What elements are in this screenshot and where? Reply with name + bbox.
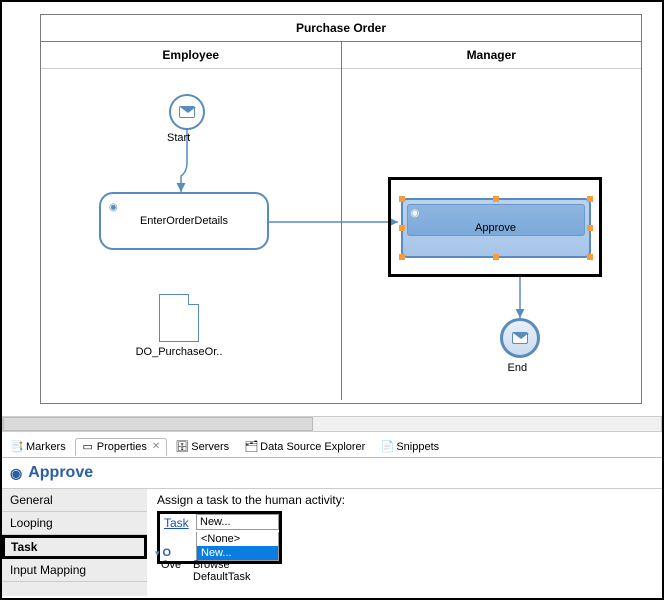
properties-view: ◉ Approve General Looping Task Input Map… [2,458,662,596]
pool-purchase-order[interactable]: Purchase Order Employee Start ◉ EnterOrd… [40,14,642,404]
tab-label: Properties [97,441,147,453]
tab-label: Markers [26,441,66,453]
dropdown-option-new[interactable]: New... [197,546,278,560]
tab-properties[interactable]: ▭ Properties ✕ [75,438,168,456]
resize-handle[interactable] [493,254,499,260]
properties-content: Assign a task to the human activity: Tas… [147,489,662,596]
lane-title-employee: Employee [41,42,341,69]
end-event[interactable] [500,318,540,358]
start-event[interactable] [169,94,205,130]
tab-label: Servers [191,441,229,453]
task-dropdown-list: <None> New... [196,532,279,561]
sidebar-item-input-mapping[interactable]: Input Mapping [2,559,147,582]
properties-icon: ▭ [82,441,94,453]
close-icon[interactable]: ✕ [152,441,160,452]
tab-label: Data Source Explorer [260,441,365,453]
start-event-label: Start [167,132,190,144]
tab-servers[interactable]: 🗄 Servers [169,438,236,456]
task-label: Approve [475,222,516,234]
overview-section-label-short: O [163,547,172,559]
bpmn-canvas[interactable]: Purchase Order Employee Start ◉ EnterOrd… [2,2,662,432]
task-dropdown-highlight: Task New... <None> New... [157,511,282,564]
task-link[interactable]: Task [164,516,189,530]
end-event-label: End [508,362,528,374]
pool-title: Purchase Order [41,15,641,42]
resize-handle[interactable] [399,196,405,202]
task-approve[interactable]: ◉ Approve [401,198,591,258]
human-task-icon: ◉ [10,465,22,482]
sidebar-item-task[interactable]: Task [2,535,147,559]
scrollbar-thumb[interactable] [3,417,313,431]
tab-snippets[interactable]: 📄 Snippets [374,438,446,456]
task-dropdown[interactable]: New... [196,514,279,530]
properties-sidebar: General Looping Task Input Mapping [2,489,147,596]
tab-data-source-explorer[interactable]: 🗂 Data Source Explorer [238,438,372,456]
tab-markers[interactable]: 📑 Markers [4,438,73,456]
assign-task-label: Assign a task to the human activity: [157,493,652,507]
dropdown-value: New... [200,516,231,528]
dropdown-option-none[interactable]: <None> [197,532,278,546]
data-object-purchase-order[interactable]: DO_PurchaseOr.. [159,294,234,358]
dropdown-option-browse[interactable]: Browse [193,559,250,571]
resize-handle[interactable] [399,225,405,231]
task-label: EnterOrderDetails [140,215,228,227]
data-source-icon: 🗂 [245,441,257,453]
resize-handle[interactable] [587,225,593,231]
selected-task-highlight: ◉ Approve [388,177,602,277]
document-icon [159,294,199,342]
resize-handle[interactable] [493,196,499,202]
person-icon: ◉ [109,202,118,213]
resize-handle[interactable] [399,254,405,260]
snippets-icon: 📄 [381,441,393,453]
person-icon: ◉ [411,208,420,219]
tab-label: Snippets [396,441,439,453]
envelope-icon [512,332,528,344]
lane-manager[interactable]: Manager ◉ Approve [341,42,642,400]
resize-handle[interactable] [587,254,593,260]
lane-employee[interactable]: Employee Start ◉ EnterOrderDetails DO_Pu [41,42,341,400]
resize-handle[interactable] [587,196,593,202]
markers-icon: 📑 [11,441,23,453]
servers-icon: 🗄 [176,441,188,453]
sidebar-item-looping[interactable]: Looping [2,512,147,535]
bottom-tab-bar: 📑 Markers ▭ Properties ✕ 🗄 Servers 🗂 Dat… [2,436,662,458]
task-enter-order-details[interactable]: ◉ EnterOrderDetails [99,192,269,250]
dropdown-option-defaulttask[interactable]: DefaultTask [193,571,250,583]
properties-header: ◉ Approve [2,458,662,488]
twisty-icon[interactable]: ▾ [155,548,160,559]
sidebar-item-general[interactable]: General [2,489,147,512]
properties-title: Approve [28,464,93,482]
overview-row-short: Ove [161,559,181,571]
horizontal-scrollbar[interactable] [2,416,662,432]
data-object-label: DO_PurchaseOr.. [124,346,234,358]
envelope-icon [179,106,195,118]
lane-title-manager: Manager [342,42,642,69]
